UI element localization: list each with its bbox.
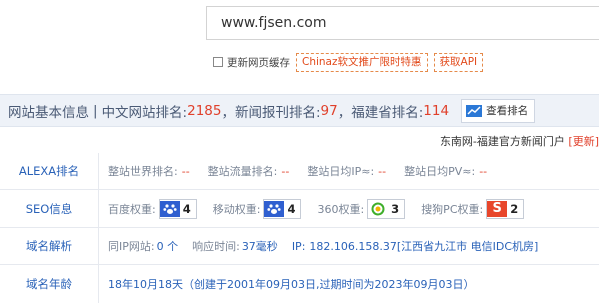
mobile-weight-badge[interactable]: 4 xyxy=(263,198,302,219)
age-label[interactable]: 域名年龄 xyxy=(0,276,98,292)
domain-age-value: 18年10月18天（创建于2001年09月03日,过期时间为2023年09月03… xyxy=(108,278,475,291)
ip-label: IP: xyxy=(291,239,306,253)
get-api-link[interactable]: 获取API xyxy=(433,52,484,72)
response-time-label: 响应时间: xyxy=(192,240,240,253)
options-row: 更新网页缓存 Chinaz软文推广限时特惠 获取API xyxy=(213,52,484,72)
site-title: 东南网-福建官方新闻门户 xyxy=(439,135,565,148)
age-row: 域名年龄 18年10月18天（创建于2001年09月03日,过期时间为2023年… xyxy=(0,265,599,303)
seo-row: SEO信息 百度权重: 4 移动权重: 4 360权重: 3 搜狗PC权重: S… xyxy=(0,190,599,228)
view-rank-label: 查看排名 xyxy=(486,105,529,117)
same-ip-label: 同IP网站: xyxy=(108,240,155,253)
cn-rank-label: 中文网站排名: xyxy=(101,104,188,121)
same-ip-value[interactable]: 0 个 xyxy=(157,238,179,254)
search-input[interactable] xyxy=(207,7,599,39)
sogou-logo-icon: S xyxy=(487,200,508,217)
refresh-cache-checkbox[interactable] xyxy=(213,57,223,67)
baidu-weight-badge[interactable]: 4 xyxy=(158,198,197,219)
site-title-row: 东南网-福建官方新闻门户 [更新] xyxy=(440,133,599,149)
sogou-weight-badge[interactable]: S 2 xyxy=(486,198,525,219)
daily-pv-label: 整站日均PV≈: xyxy=(404,165,476,178)
domain-label[interactable]: 域名解析 xyxy=(0,238,98,254)
mobile-weight-label: 移动权重: xyxy=(212,202,261,216)
fj-rank-label: ，福建省排名: xyxy=(337,104,424,121)
s360-logo-icon xyxy=(368,200,389,217)
baidu-weight-value: 4 xyxy=(182,201,191,216)
s360-weight-badge[interactable]: 3 xyxy=(367,198,406,219)
search-box[interactable] xyxy=(206,6,599,40)
baidu-weight-label: 百度权重: xyxy=(108,202,156,216)
traffic-rank-value: -- xyxy=(281,164,290,178)
traffic-rank-label: 整站流量排名: xyxy=(207,165,278,178)
news-rank-value[interactable]: 97 xyxy=(321,103,338,119)
daily-ip-label: 整站日均IP≈: xyxy=(307,165,375,178)
baidu-mobile-paw-icon xyxy=(264,200,285,217)
alexa-row: ALEXA排名 整站世界排名: -- 整站流量排名: -- 整站日均IP≈: -… xyxy=(0,153,599,190)
sogou-weight-value: 2 xyxy=(510,201,519,216)
info-title: 网站基本信息 xyxy=(8,104,89,121)
fj-rank-value[interactable]: 114 xyxy=(423,103,449,119)
sogou-weight-label: 搜狗PC权重: xyxy=(421,202,484,216)
alexa-label[interactable]: ALEXA排名 xyxy=(0,163,98,179)
refresh-cache-label[interactable]: 更新网页缓存 xyxy=(227,55,290,70)
seo-label[interactable]: SEO信息 xyxy=(0,201,98,217)
cn-rank-value[interactable]: 2185 xyxy=(187,103,221,119)
daily-pv-value: -- xyxy=(479,164,488,178)
domain-row: 域名解析 同IP网站: 0 个 响应时间: 37毫秒 IP: 182.106.1… xyxy=(0,228,599,265)
trend-chart-icon xyxy=(466,104,483,117)
s360-weight-label: 360权重: xyxy=(317,202,365,216)
s360-weight-value: 3 xyxy=(391,201,400,216)
news-rank-label: ，新闻报刊排名: xyxy=(221,104,321,121)
response-time-value: 37毫秒 xyxy=(241,240,278,253)
update-link[interactable]: [更新] xyxy=(568,135,599,148)
promo-link[interactable]: Chinaz软文推广限时特惠 xyxy=(296,52,428,72)
mobile-weight-value: 4 xyxy=(287,201,296,216)
ip-value[interactable]: 182.106.158.37[江西省九江市 电信IDC机房] xyxy=(309,238,538,254)
divider: | xyxy=(93,102,98,119)
view-rank-button[interactable]: 查看排名 xyxy=(461,98,536,123)
world-rank-value: -- xyxy=(181,164,190,178)
baidu-paw-icon xyxy=(159,200,180,217)
site-info-bar: 网站基本信息 | 中文网站排名: 2185 ，新闻报刊排名: 97 ，福建省排名… xyxy=(0,94,599,127)
world-rank-label: 整站世界排名: xyxy=(108,165,178,178)
daily-ip-value: -- xyxy=(378,164,387,178)
